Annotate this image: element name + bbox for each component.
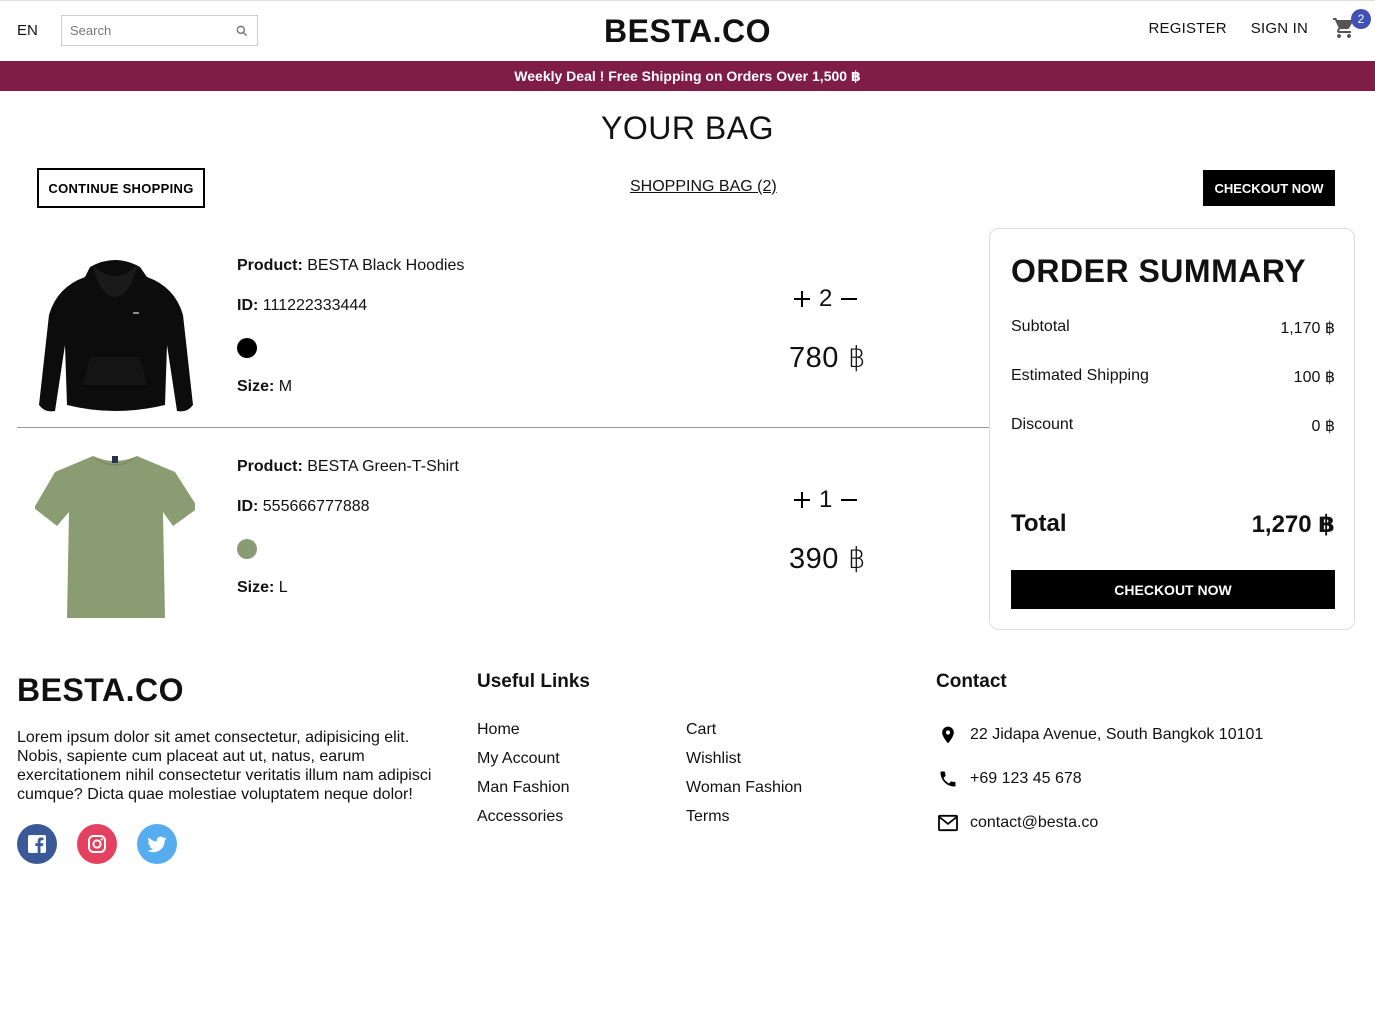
product-price: 780 ฿ bbox=[789, 342, 867, 374]
page-title-wrapper: YOUR BAG bbox=[0, 110, 1375, 147]
discount-value: 0 ฿ bbox=[1311, 418, 1335, 435]
footer: BESTA.CO Lorem ipsum dolor sit amet cons… bbox=[0, 660, 1375, 900]
cart-item: Product: BESTA Black Hoodies ID: 1112223… bbox=[17, 237, 989, 427]
footer-description: Lorem ipsum dolor sit amet consectetur, … bbox=[17, 729, 432, 803]
site-logo[interactable]: BESTA.CO bbox=[604, 13, 771, 49]
twitter-icon[interactable] bbox=[137, 824, 177, 864]
product-details: Product: BESTA Black Hoodies ID: 1112223… bbox=[237, 257, 464, 418]
footer-link-woman-fashion[interactable]: Woman Fashion bbox=[686, 779, 895, 798]
checkout-now-button[interactable]: CHECKOUT NOW bbox=[1011, 570, 1335, 609]
page-title: YOUR BAG bbox=[601, 110, 774, 146]
search-box bbox=[61, 15, 258, 46]
summary-subtotal: Subtotal 1,170 ฿ bbox=[1011, 318, 1335, 338]
total-value: 1,270 ฿ bbox=[1251, 511, 1335, 538]
discount-label: Discount bbox=[1011, 416, 1074, 433]
total-label: Total bbox=[1011, 510, 1067, 537]
footer-link-terms[interactable]: Terms bbox=[686, 808, 895, 827]
product-label: Product: bbox=[237, 458, 303, 475]
subtotal-label: Subtotal bbox=[1011, 318, 1070, 335]
product-price: 390 ฿ bbox=[789, 543, 867, 575]
summary-total: Total 1,270 ฿ bbox=[1011, 510, 1335, 539]
search-icon[interactable] bbox=[235, 24, 249, 38]
phone-icon bbox=[936, 767, 960, 791]
phone-text[interactable]: +69 123 45 678 bbox=[970, 770, 1082, 788]
quantity-stepper: 1 bbox=[792, 486, 859, 514]
social-links bbox=[17, 824, 197, 864]
useful-links-title: Useful Links bbox=[477, 671, 590, 692]
cart-count-badge: 2 bbox=[1351, 9, 1371, 29]
address-text: 22 Jidapa Avenue, South Bangkok 10101 bbox=[970, 726, 1264, 743]
quantity-value: 2 bbox=[819, 285, 833, 312]
product-name: BESTA Green-T-Shirt bbox=[307, 458, 459, 475]
id-label: ID: bbox=[237, 498, 259, 515]
shopping-bag-link[interactable]: SHOPPING BAG (2) bbox=[630, 178, 777, 196]
product-size: L bbox=[278, 579, 288, 596]
footer-link-man-fashion[interactable]: Man Fashion bbox=[477, 779, 686, 798]
order-summary: ORDER SUMMARY Subtotal 1,170 ฿ Estimated… bbox=[989, 228, 1355, 630]
shipping-value: 100 ฿ bbox=[1293, 369, 1335, 386]
location-pin-icon bbox=[936, 723, 960, 747]
facebook-icon[interactable] bbox=[17, 824, 57, 864]
summary-discount: Discount 0 ฿ bbox=[1011, 416, 1335, 436]
email-text[interactable]: contact@besta.co bbox=[970, 814, 1098, 832]
quantity-value: 1 bbox=[819, 486, 833, 513]
product-name: BESTA Black Hoodies bbox=[307, 257, 465, 274]
color-swatch[interactable] bbox=[237, 539, 257, 559]
announcement-text: Weekly Deal ! Free Shipping on Orders Ov… bbox=[514, 67, 861, 84]
footer-link-home[interactable]: Home bbox=[477, 721, 686, 740]
useful-links-list: Home Cart My Account Wishlist Man Fashio… bbox=[477, 721, 897, 827]
footer-link-my-account[interactable]: My Account bbox=[477, 750, 686, 769]
cart-button[interactable]: 2 bbox=[1332, 9, 1371, 45]
contact-email: contact@besta.co bbox=[936, 811, 1098, 835]
id-label: ID: bbox=[237, 297, 259, 314]
shipping-label: Estimated Shipping bbox=[1011, 367, 1149, 384]
checkout-now-top-button[interactable]: CHECKOUT NOW bbox=[1203, 170, 1335, 206]
register-link[interactable]: REGISTER bbox=[1148, 20, 1226, 37]
minus-icon[interactable] bbox=[839, 289, 859, 309]
plus-icon[interactable] bbox=[792, 289, 812, 309]
footer-logo[interactable]: BESTA.CO bbox=[17, 672, 184, 709]
navbar: EN BESTA.CO REGISTER SIGN IN 2 bbox=[0, 0, 1375, 61]
plus-icon[interactable] bbox=[792, 490, 812, 510]
product-label: Product: bbox=[237, 257, 303, 274]
minus-icon[interactable] bbox=[839, 490, 859, 510]
sign-in-link[interactable]: SIGN IN bbox=[1251, 20, 1308, 37]
product-details: Product: BESTA Green-T-Shirt ID: 5556667… bbox=[237, 458, 459, 619]
size-label: Size: bbox=[237, 579, 275, 596]
language-selector[interactable]: EN bbox=[17, 22, 61, 39]
quantity-stepper: 2 bbox=[792, 285, 859, 313]
size-label: Size: bbox=[237, 378, 275, 395]
contact-phone: +69 123 45 678 bbox=[936, 767, 1082, 791]
footer-link-wishlist[interactable]: Wishlist bbox=[686, 750, 895, 769]
instagram-icon[interactable] bbox=[77, 824, 117, 864]
continue-shopping-button[interactable]: CONTINUE SHOPPING bbox=[37, 168, 205, 208]
item-divider bbox=[17, 427, 989, 428]
cart-item: Product: BESTA Green-T-Shirt ID: 5556667… bbox=[17, 438, 989, 628]
contact-title: Contact bbox=[936, 671, 1007, 692]
announcement-bar: Weekly Deal ! Free Shipping on Orders Ov… bbox=[0, 61, 1375, 91]
nav-right: REGISTER SIGN IN 2 bbox=[1124, 9, 1371, 45]
contact-address: 22 Jidapa Avenue, South Bangkok 10101 bbox=[936, 723, 1263, 747]
product-id: 555666777888 bbox=[262, 498, 370, 515]
mail-icon bbox=[936, 811, 960, 835]
color-swatch[interactable] bbox=[237, 338, 257, 358]
footer-link-cart[interactable]: Cart bbox=[686, 721, 895, 740]
nav-left: EN bbox=[17, 15, 258, 46]
subtotal-value: 1,170 ฿ bbox=[1280, 320, 1335, 337]
summary-shipping: Estimated Shipping 100 ฿ bbox=[1011, 367, 1335, 387]
product-id: 111222333444 bbox=[262, 297, 368, 314]
footer-link-accessories[interactable]: Accessories bbox=[477, 808, 686, 827]
product-image-hoodie[interactable] bbox=[35, 245, 195, 420]
summary-title: ORDER SUMMARY bbox=[1011, 253, 1307, 289]
product-size: M bbox=[278, 378, 293, 395]
product-image-tshirt[interactable] bbox=[34, 446, 198, 621]
search-input[interactable] bbox=[70, 23, 235, 38]
